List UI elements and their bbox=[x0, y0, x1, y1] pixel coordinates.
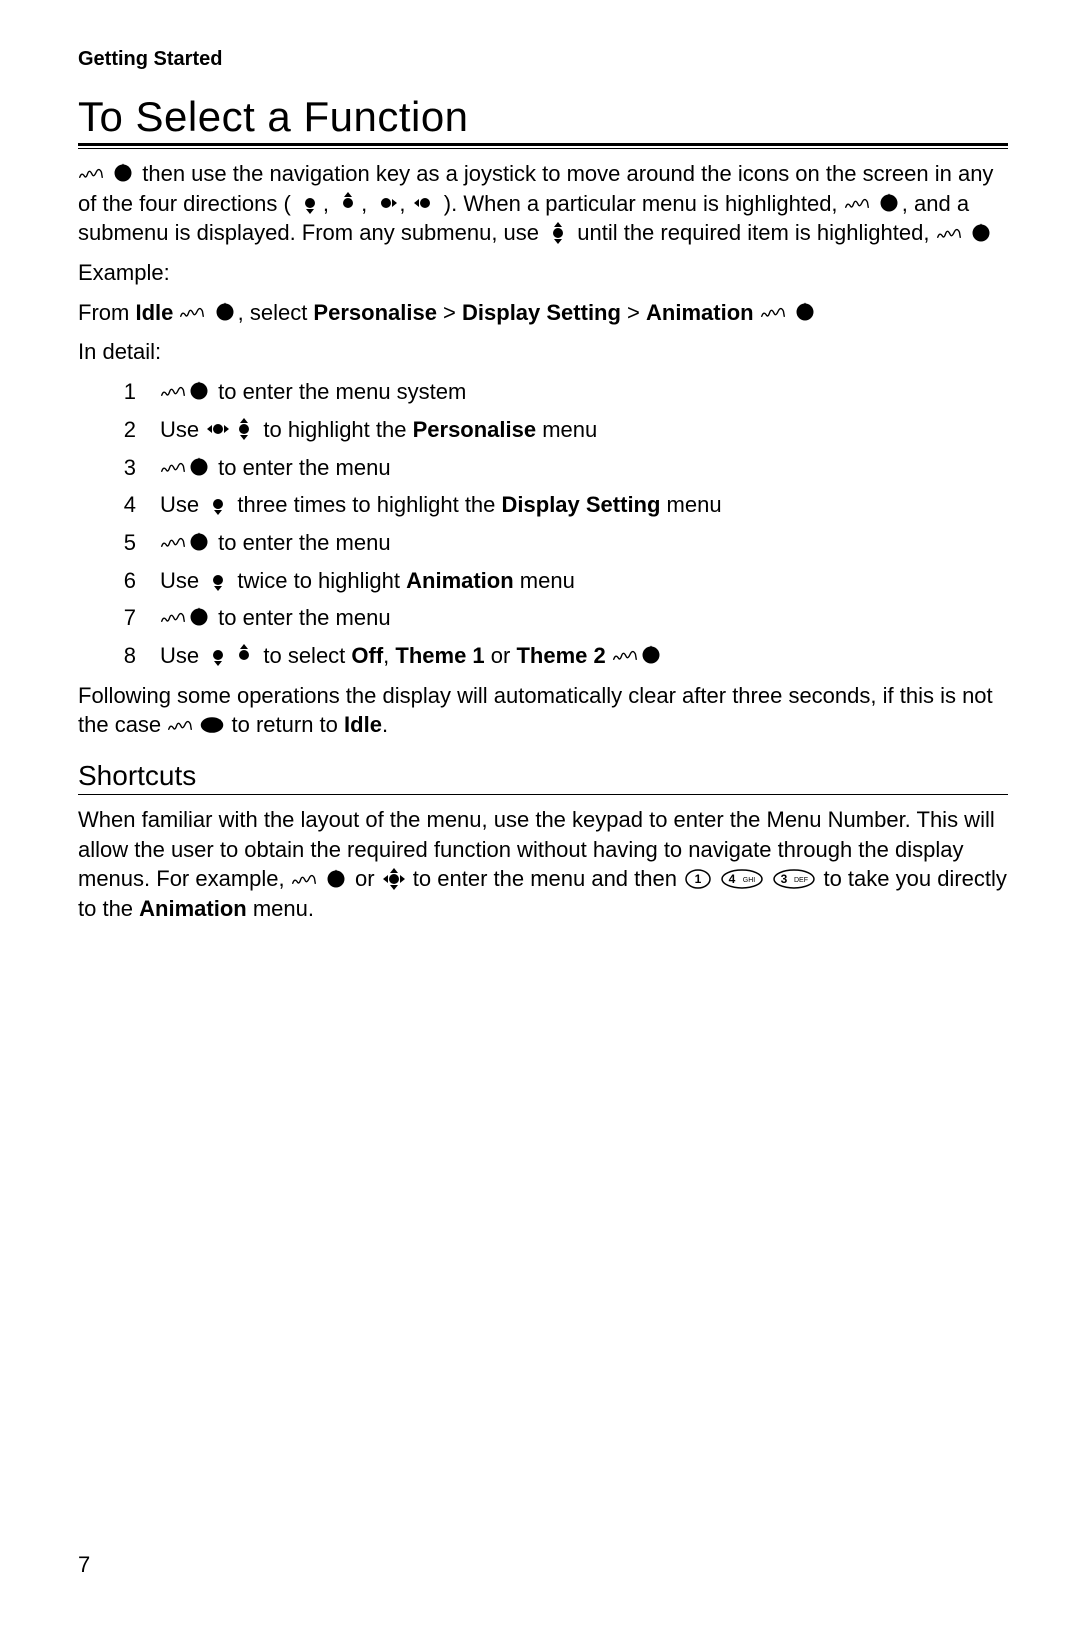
select-icon bbox=[968, 222, 994, 244]
shortcuts-paragraph: When familiar with the layout of the men… bbox=[78, 805, 1008, 924]
nav-leftright-icon bbox=[205, 418, 231, 440]
nav-right-icon bbox=[373, 192, 399, 214]
select-icon bbox=[638, 644, 664, 666]
press-icon bbox=[160, 456, 186, 478]
step-text: Use three times to highlight the Display… bbox=[160, 490, 1008, 520]
select-icon bbox=[186, 456, 212, 478]
svg-text:4: 4 bbox=[729, 872, 736, 886]
nav-up-icon bbox=[335, 192, 361, 214]
press-icon bbox=[160, 531, 186, 553]
select-icon bbox=[212, 301, 238, 323]
step-text: to enter the menu system bbox=[160, 377, 1008, 407]
step-number: 1 bbox=[78, 377, 142, 407]
step-text: to enter the menu bbox=[160, 453, 1008, 483]
step-number: 4 bbox=[78, 490, 142, 520]
press-icon bbox=[844, 192, 870, 214]
key-1-icon: 1 bbox=[683, 868, 713, 890]
nav-updown-icon bbox=[545, 222, 571, 244]
press-icon bbox=[160, 606, 186, 628]
select-icon bbox=[323, 868, 349, 890]
after-steps-paragraph: Following some operations the display wi… bbox=[78, 681, 1008, 740]
step-text: Use to highlight the Personalise menu bbox=[160, 415, 1008, 445]
step-number: 8 bbox=[78, 641, 142, 671]
nav-down-icon bbox=[205, 569, 231, 591]
svg-text:3: 3 bbox=[781, 872, 788, 886]
nav-updown-icon bbox=[231, 418, 257, 440]
select-icon bbox=[876, 192, 902, 214]
svg-text:DEF: DEF bbox=[794, 877, 808, 884]
press-icon bbox=[160, 380, 186, 402]
key-4ghi-icon: 4 GHI bbox=[719, 868, 765, 890]
press-icon bbox=[291, 868, 317, 890]
select-icon bbox=[186, 531, 212, 553]
shortcuts-heading: Shortcuts bbox=[78, 760, 1008, 792]
press-icon bbox=[78, 162, 104, 184]
example-label: Example: bbox=[78, 258, 1008, 288]
example-line: From Idle , select Personalise > Display… bbox=[78, 298, 1008, 328]
step-text: Use to select Off, Theme 1 or Theme 2 bbox=[160, 641, 1008, 671]
page-title: To Select a Function bbox=[78, 93, 1008, 141]
select-icon bbox=[186, 606, 212, 628]
press-icon bbox=[936, 222, 962, 244]
end-call-icon bbox=[199, 714, 225, 736]
press-icon bbox=[612, 644, 638, 666]
nav-up-icon bbox=[231, 644, 257, 666]
step-number: 3 bbox=[78, 453, 142, 483]
press-icon bbox=[179, 301, 205, 323]
nav-any-icon bbox=[381, 868, 407, 890]
running-head: Getting Started bbox=[78, 48, 1008, 71]
key-3def-icon: 3 DEF bbox=[771, 868, 817, 890]
nav-left-icon bbox=[412, 192, 438, 214]
nav-down-icon bbox=[205, 644, 231, 666]
step-number: 5 bbox=[78, 528, 142, 558]
nav-down-icon bbox=[205, 493, 231, 515]
in-detail-label: In detail: bbox=[78, 337, 1008, 367]
select-icon bbox=[186, 380, 212, 402]
title-rule bbox=[78, 143, 1008, 149]
svg-text:GHI: GHI bbox=[743, 877, 756, 884]
intro-paragraph: then use the navigation key as a joystic… bbox=[78, 159, 1008, 248]
step-number: 6 bbox=[78, 566, 142, 596]
press-icon bbox=[167, 714, 193, 736]
step-text: Use twice to highlight Animation menu bbox=[160, 566, 1008, 596]
select-icon bbox=[792, 301, 818, 323]
intro-seg: ). When a particular menu is highlighted… bbox=[444, 191, 844, 216]
svg-text:1: 1 bbox=[695, 872, 702, 886]
step-text: to enter the menu bbox=[160, 603, 1008, 633]
steps-list: 1 to enter the menu system 2 Use to highli… bbox=[78, 377, 1008, 671]
section-rule bbox=[78, 794, 1008, 795]
page-number: 7 bbox=[78, 1552, 90, 1578]
select-icon bbox=[110, 162, 136, 184]
step-text: to enter the menu bbox=[160, 528, 1008, 558]
nav-down-icon bbox=[297, 192, 323, 214]
intro-seg: until the required item is highlighted, bbox=[571, 220, 935, 245]
press-icon bbox=[760, 301, 786, 323]
step-number: 7 bbox=[78, 603, 142, 633]
step-number: 2 bbox=[78, 415, 142, 445]
